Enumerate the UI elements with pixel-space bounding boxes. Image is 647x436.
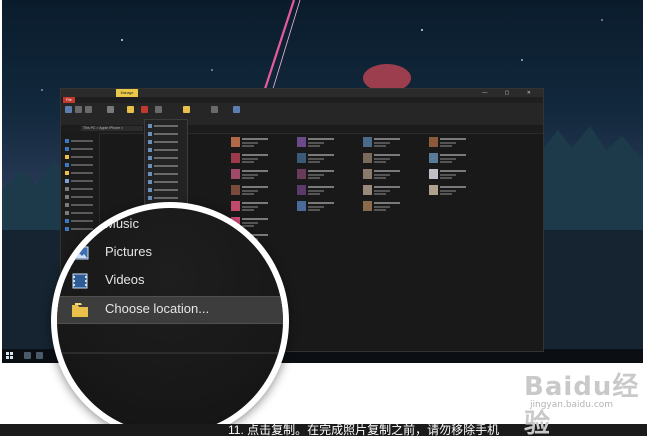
window-controls[interactable]: — ▢ ✕ <box>482 90 539 96</box>
search-icon[interactable] <box>24 352 31 359</box>
menu-item-music[interactable]: Music <box>57 212 283 238</box>
file-item[interactable] <box>297 185 357 197</box>
nav-item[interactable] <box>65 179 97 183</box>
menu-item-label: Pictures <box>105 244 152 259</box>
step-caption: 11. 点击复制。在完成照片复制之前，请勿移除手机 <box>228 423 500 436</box>
file-item[interactable] <box>429 169 489 181</box>
file-item[interactable] <box>297 137 357 149</box>
watermark-url: jingyan.baidu.com <box>530 400 614 410</box>
nav-item[interactable] <box>65 203 97 207</box>
file-item[interactable] <box>429 137 489 149</box>
file-item[interactable] <box>231 185 291 197</box>
nav-item[interactable] <box>65 163 97 167</box>
dropdown-item[interactable] <box>148 132 184 136</box>
rename-icon[interactable] <box>155 106 162 113</box>
properties-icon[interactable] <box>211 106 218 113</box>
menu-item-label: Music <box>105 216 139 231</box>
menu-divider <box>57 352 283 354</box>
paste-icon[interactable] <box>85 106 92 113</box>
address-field[interactable]: This PC > Apple iPhone > <box>81 126 143 131</box>
menu-item-videos[interactable]: Videos <box>57 268 283 294</box>
menu-item-choose-location[interactable]: Choose location... <box>57 296 283 324</box>
nav-item[interactable] <box>65 195 97 199</box>
file-item[interactable] <box>231 169 291 181</box>
copy-to-icon[interactable] <box>127 106 134 113</box>
address-bar: This PC > Apple iPhone > <box>61 125 543 134</box>
ribbon-toolbar <box>61 103 543 126</box>
menu-item-label: Choose location... <box>105 301 210 316</box>
videos-icon <box>71 272 89 290</box>
dropdown-item[interactable] <box>148 148 184 152</box>
file-item[interactable] <box>363 201 423 213</box>
file-item[interactable] <box>231 153 291 165</box>
new-folder-icon[interactable] <box>183 106 190 113</box>
windows-start-icon[interactable] <box>6 352 14 360</box>
delete-icon[interactable] <box>141 106 148 113</box>
file-item[interactable] <box>363 169 423 181</box>
nav-item[interactable] <box>65 139 97 143</box>
file-item[interactable] <box>363 185 423 197</box>
nav-item[interactable] <box>65 187 97 191</box>
dropdown-item[interactable] <box>148 196 184 200</box>
screenshot-stage: Manage — ▢ ✕ File This PC > Apple iPhone… <box>0 0 647 436</box>
nav-item[interactable] <box>65 147 97 151</box>
file-item[interactable] <box>363 137 423 149</box>
zoom-magnifier: Music Pictures Videos Choose location... <box>51 202 289 436</box>
copy-icon[interactable] <box>75 106 82 113</box>
file-item[interactable] <box>429 185 489 197</box>
task-view-icon[interactable] <box>36 352 43 359</box>
file-item[interactable] <box>297 201 357 213</box>
dropdown-item[interactable] <box>148 180 184 184</box>
select-all-icon[interactable] <box>233 106 240 113</box>
pin-icon[interactable] <box>65 106 72 113</box>
tab-manage[interactable]: Manage <box>116 89 138 97</box>
title-bar: Manage — ▢ ✕ <box>61 89 543 97</box>
nav-item[interactable] <box>65 155 97 159</box>
dropdown-item[interactable] <box>148 140 184 144</box>
folder-icon <box>71 301 89 319</box>
watermark: Baidu经验 jingyan.baidu.com <box>520 364 640 436</box>
dropdown-item[interactable] <box>148 188 184 192</box>
file-item[interactable] <box>231 137 291 149</box>
dropdown-item[interactable] <box>148 156 184 160</box>
music-icon <box>71 216 89 234</box>
nav-item[interactable] <box>65 171 97 175</box>
menu-item-pictures[interactable]: Pictures <box>57 240 283 266</box>
dropdown-item[interactable] <box>148 164 184 168</box>
dropdown-item[interactable] <box>148 124 184 128</box>
file-item[interactable] <box>297 153 357 165</box>
pictures-icon <box>71 244 89 262</box>
menu-item-label: Videos <box>105 272 145 287</box>
file-item[interactable] <box>297 169 357 181</box>
move-to-icon[interactable] <box>107 106 114 113</box>
file-item[interactable] <box>429 153 489 165</box>
dropdown-item[interactable] <box>148 172 184 176</box>
file-item[interactable] <box>363 153 423 165</box>
